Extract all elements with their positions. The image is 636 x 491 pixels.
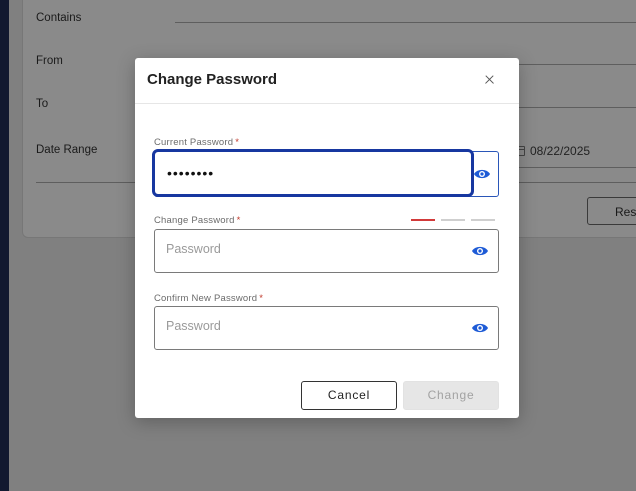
reset-button-label: Res (615, 205, 636, 219)
modal-header: Change Password (135, 58, 519, 104)
filter-date-line (519, 167, 636, 168)
current-password-input-wrapper[interactable] (152, 149, 474, 197)
required-mark: * (236, 215, 241, 226)
modal-title: Change Password (147, 71, 278, 88)
required-mark: * (259, 293, 264, 304)
change-password-modal: Change Password Current Password* Change… (135, 58, 519, 418)
strength-bar-1 (411, 219, 435, 221)
change-password-field[interactable] (154, 229, 499, 273)
show-password-eye-icon[interactable] (471, 322, 489, 334)
strength-bar-3 (471, 219, 495, 221)
confirm-password-label: Confirm New Password * (154, 293, 263, 304)
change-password-label-text: Change Password (154, 215, 235, 226)
date-range-end: 08/22/2025 (517, 144, 590, 158)
required-mark: * (235, 137, 240, 148)
current-password-label-text: Current Password (154, 137, 234, 148)
cancel-button[interactable]: Cancel (301, 381, 397, 410)
filter-to-line (519, 107, 636, 108)
close-icon[interactable] (480, 69, 500, 89)
show-password-eye-icon[interactable] (473, 168, 491, 180)
change-button[interactable]: Change (403, 381, 499, 410)
change-password-input[interactable] (166, 242, 456, 256)
strength-bar-2 (441, 219, 465, 221)
filter-contains-line (175, 22, 636, 23)
filter-label-to: To (36, 98, 49, 110)
filter-from-line (519, 64, 636, 65)
filter-label-from: From (36, 55, 63, 67)
date-range-end-value: 08/22/2025 (530, 144, 591, 158)
change-password-label: Change Password * (154, 215, 241, 226)
current-password-label: Current Password * (154, 137, 239, 148)
reset-button: Res (587, 197, 636, 225)
confirm-password-label-text: Confirm New Password (154, 293, 258, 304)
filter-label-date-range: Date Range (36, 144, 98, 156)
show-password-eye-icon[interactable] (471, 245, 489, 257)
confirm-password-input[interactable] (166, 319, 456, 333)
current-password-input[interactable] (167, 165, 457, 181)
left-sidebar-strip (0, 0, 9, 491)
confirm-password-field[interactable] (154, 306, 499, 350)
filter-label-contains: Contains (36, 12, 82, 24)
